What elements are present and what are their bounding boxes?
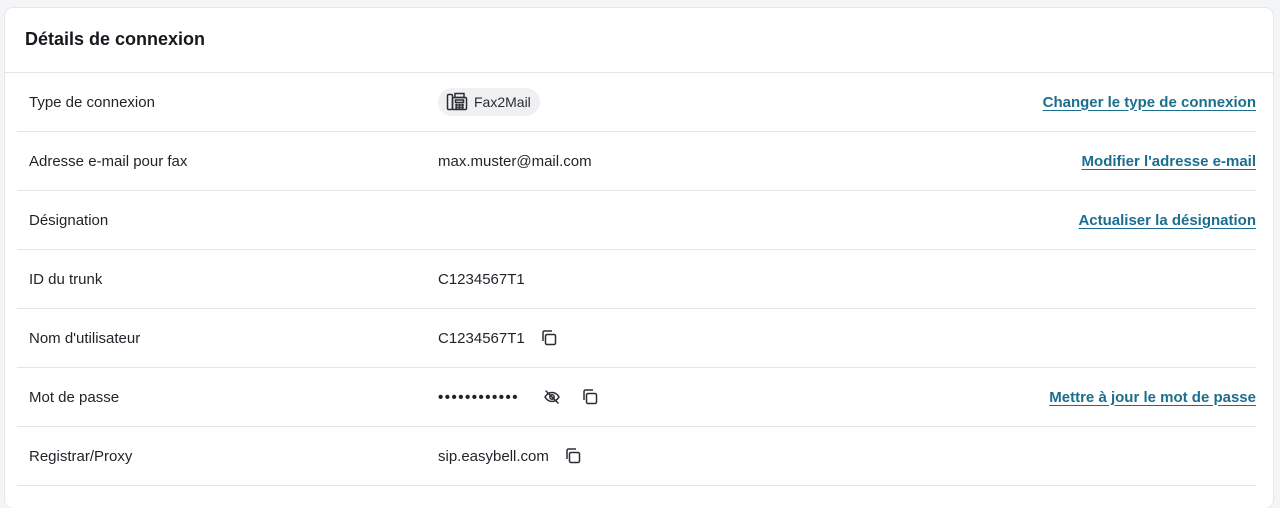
registrar-label: Registrar/Proxy	[29, 447, 133, 465]
username-label: Nom d'utilisateur	[29, 329, 141, 347]
row-connection-type: Type de connexion Fax2Mail Changer le ty…	[17, 73, 1256, 132]
copy-icon[interactable]	[538, 327, 560, 349]
update-password-link[interactable]: Mettre à jour le mot de passe	[1049, 389, 1256, 406]
fax-email-label: Adresse e-mail pour fax	[29, 152, 188, 170]
username-value: C1234567T1	[438, 327, 560, 349]
connection-type-chip: Fax2Mail	[438, 88, 540, 116]
update-designation-link[interactable]: Actualiser la désignation	[1078, 212, 1256, 229]
designation-label: Désignation	[29, 211, 109, 229]
connection-type-text: Fax2Mail	[474, 94, 531, 110]
password-label: Mot de passe	[29, 388, 120, 406]
edit-email-link[interactable]: Modifier l'adresse e-mail	[1082, 153, 1256, 170]
connection-details-card: Détails de connexion Type de connexion F…	[5, 8, 1273, 508]
row-fax-email: Adresse e-mail pour fax max.muster@mail.…	[17, 132, 1256, 191]
trunk-id-label: ID du trunk	[29, 270, 103, 288]
fax-icon	[446, 92, 468, 112]
connection-type-label: Type de connexion	[29, 93, 155, 111]
copy-icon[interactable]	[579, 386, 601, 408]
fax-email-value: max.muster@mail.com	[438, 152, 592, 170]
registrar-value: sip.easybell.com	[438, 445, 584, 467]
row-registrar: Registrar/Proxy sip.easybell.com	[17, 427, 1256, 486]
row-designation: Désignation Actualiser la désignation	[17, 191, 1256, 250]
trunk-id-value: C1234567T1	[438, 270, 525, 288]
card-header: Détails de connexion	[5, 8, 1273, 73]
password-value: ••••••••••••	[438, 386, 601, 408]
card-title: Détails de connexion	[25, 28, 206, 49]
row-password: Mot de passe •••••••••••• Mettre à jour …	[17, 368, 1256, 427]
change-connection-type-link[interactable]: Changer le type de connexion	[1043, 94, 1256, 111]
copy-icon[interactable]	[562, 445, 584, 467]
password-masked: ••••••••••••	[438, 388, 520, 406]
registrar-text: sip.easybell.com	[438, 447, 549, 465]
username-text: C1234567T1	[438, 329, 525, 347]
connection-type-value: Fax2Mail	[438, 88, 540, 116]
row-username: Nom d'utilisateur C1234567T1	[17, 309, 1256, 368]
details-list: Type de connexion Fax2Mail Changer le ty…	[5, 73, 1273, 486]
row-trunk-id: ID du trunk C1234567T1	[17, 250, 1256, 309]
eye-off-icon[interactable]	[541, 386, 563, 408]
